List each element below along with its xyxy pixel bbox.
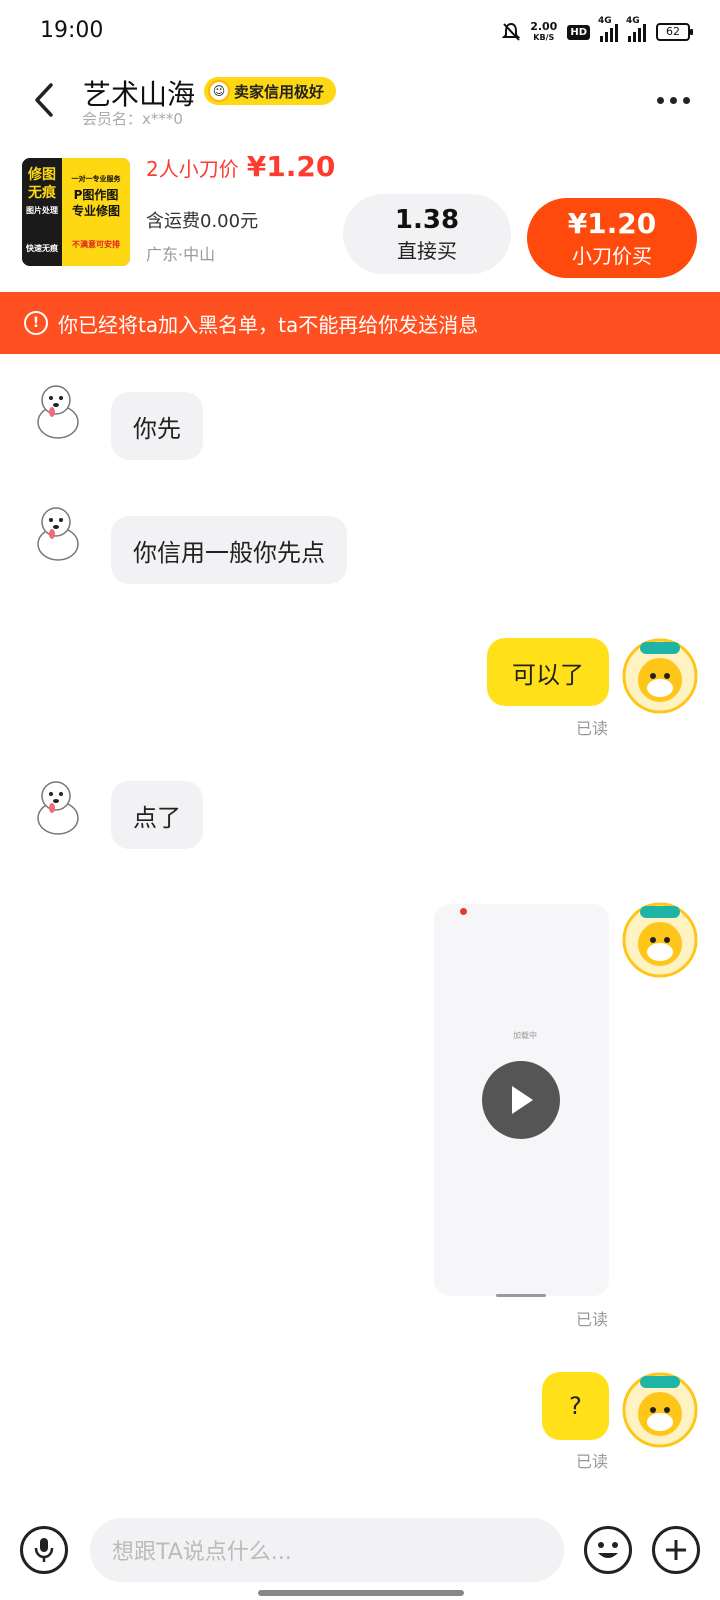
monkey-avatar-icon — [622, 902, 698, 978]
more-options-button[interactable] — [648, 82, 698, 118]
home-indicator[interactable] — [258, 1590, 464, 1596]
message-bubble-out[interactable]: ? — [542, 1372, 609, 1440]
monkey-avatar-icon — [622, 1372, 698, 1448]
status-bar: 19:00 2.00 KB/S HD 4G 4G 62 — [0, 0, 720, 60]
status-time: 19:00 — [40, 18, 104, 43]
read-status: 已读 — [576, 1310, 609, 1329]
plus-icon — [666, 1540, 686, 1560]
dog-avatar-icon — [37, 507, 79, 561]
play-icon — [512, 1086, 533, 1114]
more-dot-icon — [656, 96, 664, 104]
contact-avatar[interactable] — [26, 378, 90, 442]
warning-icon: ! — [24, 311, 48, 335]
shipping-fee: 含运费0.00元 — [146, 211, 259, 232]
video-progress-handle — [496, 1294, 546, 1297]
net-speed: 2.00 KB/S — [530, 20, 558, 42]
my-avatar[interactable] — [620, 900, 700, 980]
contact-avatar[interactable] — [26, 774, 90, 838]
read-status: 已读 — [576, 1452, 609, 1471]
voice-input-button[interactable] — [20, 1526, 68, 1574]
monkey-avatar-icon — [622, 638, 698, 714]
message-input[interactable]: 想跟TA说点什么... — [90, 1518, 564, 1582]
seller-credit-badge[interactable]: ☺ 卖家信用极好 — [204, 77, 337, 105]
deal-price: ¥1.20 — [246, 150, 336, 183]
back-button[interactable] — [22, 78, 66, 122]
message-input-placeholder: 想跟TA说点什么... — [112, 1540, 292, 1565]
thumb-left-panel: 修图 无痕 图片处理 快速无痕 — [22, 158, 62, 266]
signal-icon: 4G — [598, 16, 618, 42]
read-status: 已读 — [576, 719, 609, 738]
chevron-left-icon — [35, 83, 53, 117]
direct-buy-button[interactable]: 1.38 直接买 — [343, 194, 511, 274]
status-icons: 2.00 KB/S HD 4G 4G 62 — [502, 16, 693, 44]
product-thumbnail[interactable]: 修图 无痕 图片处理 快速无痕 一对一专业服务 P图作图 专业修图 不满意可安排 — [22, 158, 130, 266]
message-bubble-in[interactable]: 你先 — [111, 392, 203, 460]
my-avatar[interactable] — [620, 636, 700, 716]
deal-price-line: 2人小刀价 ¥1.20 — [146, 150, 335, 183]
contact-avatar[interactable] — [26, 500, 90, 564]
smile-face-icon: ☺ — [208, 80, 230, 102]
bell-mute-icon — [502, 22, 521, 41]
chat-title: 艺术山海 — [83, 78, 196, 111]
my-avatar[interactable] — [620, 1370, 700, 1450]
product-location: 广东·中山 — [146, 245, 216, 264]
battery-icon: 62 — [656, 23, 693, 41]
member-name: 会员名：x***0 — [82, 110, 183, 128]
blacklist-banner: ! 你已经将ta加入黑名单，ta不能再给你发送消息 — [0, 292, 720, 354]
message-bubble-in[interactable]: 你信用一般你先点 — [111, 516, 347, 584]
thumb-right-panel: 一对一专业服务 P图作图 专业修图 不满意可安排 — [62, 158, 130, 266]
deal-label: 2人小刀价 — [146, 157, 239, 181]
message-bubble-out[interactable]: 可以了 — [487, 638, 609, 706]
emoji-icon — [598, 1542, 618, 1558]
more-dot-icon — [682, 96, 690, 104]
signal-icon: 4G — [626, 16, 646, 42]
message-bubble-in[interactable]: 点了 — [111, 781, 203, 849]
hd-icon: HD — [567, 24, 590, 40]
dog-avatar-icon — [37, 781, 79, 835]
more-actions-button[interactable] — [652, 1526, 700, 1574]
play-button[interactable] — [482, 1061, 560, 1139]
dog-avatar-icon — [37, 385, 79, 439]
more-dot-icon — [669, 96, 677, 104]
video-loading-text: 加载中 — [513, 1031, 537, 1040]
emoji-button[interactable] — [584, 1526, 632, 1574]
small-blade-buy-button[interactable]: ¥1.20 小刀价买 — [527, 198, 697, 278]
record-dot-icon — [460, 908, 467, 915]
microphone-icon — [34, 1538, 54, 1562]
